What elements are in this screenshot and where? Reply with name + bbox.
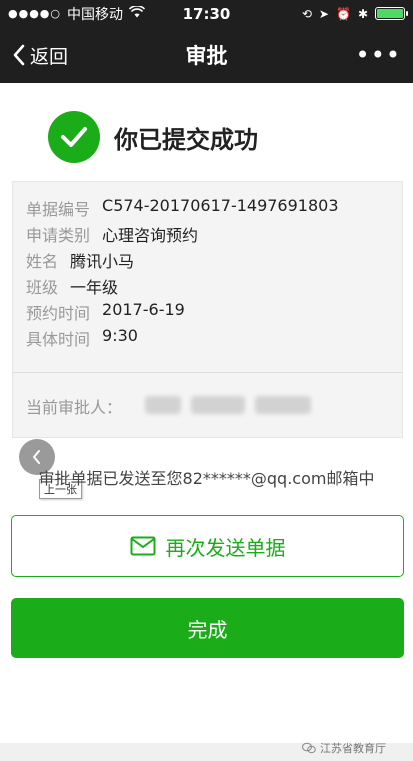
- watermark: 江苏省教育厅: [302, 740, 386, 756]
- watermark-text: 江苏省教育厅: [320, 742, 386, 755]
- detail-value: C574-20170617-1497691803: [102, 196, 339, 215]
- detail-value: 一年级: [70, 278, 119, 297]
- status-left: ●●●●○ 中国移动: [8, 4, 158, 24]
- detail-label: 预约时间: [26, 304, 91, 323]
- main-content: 你已提交成功 单据编号 C574-20170617-1497691803 申请类…: [0, 83, 413, 743]
- status-right: ⟲ ➤ ⏰ ✱: [255, 6, 408, 21]
- battery-icon: [375, 7, 408, 20]
- blurred-text: [191, 396, 245, 414]
- detail-label: 姓名: [26, 252, 59, 271]
- approver-label: 当前审批人：: [26, 398, 123, 417]
- more-icon: •••: [355, 41, 401, 69]
- detail-value: 心理咨询预约: [102, 226, 199, 245]
- blurred-text: [145, 396, 181, 414]
- bluetooth-icon: ✱: [357, 6, 368, 21]
- more-button[interactable]: •••: [356, 41, 401, 69]
- chevron-left-icon: [12, 44, 26, 66]
- status-time: 17:30: [182, 4, 231, 23]
- done-label: 完成: [187, 617, 228, 642]
- detail-row: 班级 一年级: [26, 274, 118, 298]
- email-sent-message: 审批单据已发送至您82******@qq.com邮箱中: [38, 469, 375, 488]
- wifi-icon: [128, 4, 146, 22]
- wechat-icon: [302, 742, 316, 754]
- detail-row: 预约时间 2017-6-19: [26, 300, 185, 324]
- back-label: 返回: [30, 45, 69, 68]
- divider: [13, 372, 402, 373]
- alarm-icon: ⏰: [335, 6, 351, 21]
- signal-icon: ●●●●○: [8, 7, 61, 20]
- detail-row: 单据编号 C574-20170617-1497691803: [26, 196, 339, 220]
- success-banner: 你已提交成功: [48, 111, 258, 163]
- detail-row: 具体时间 9:30: [26, 326, 138, 350]
- done-button[interactable]: 完成: [11, 598, 404, 658]
- rotation-lock-icon: ⟲: [301, 6, 312, 21]
- status-bar: ●●●●○ 中国移动 17:30 ⟲ ➤ ⏰ ✱: [0, 0, 413, 27]
- location-icon: ➤: [318, 6, 329, 21]
- detail-value: 2017-6-19: [102, 300, 185, 319]
- detail-label: 申请类别: [26, 226, 91, 245]
- detail-row: 申请类别 心理咨询预约: [26, 222, 198, 246]
- success-message: 你已提交成功: [114, 125, 258, 154]
- battery-fill: [377, 9, 403, 18]
- mail-icon: [130, 536, 155, 556]
- check-circle-icon: [48, 111, 100, 163]
- detail-label: 单据编号: [26, 200, 91, 219]
- nav-bar: 返回 审批 •••: [0, 27, 413, 83]
- resend-label: 再次发送单据: [165, 535, 286, 560]
- carrier-label: 中国移动: [67, 6, 123, 23]
- details-card: 单据编号 C574-20170617-1497691803 申请类别 心理咨询预…: [12, 181, 403, 438]
- detail-value: 腾讯小马: [70, 252, 135, 271]
- detail-value: 9:30: [102, 326, 138, 345]
- detail-label: 班级: [26, 278, 59, 297]
- chevron-left-icon: [33, 450, 40, 464]
- resend-button[interactable]: 再次发送单据: [11, 515, 404, 577]
- approver-value-blurred: [145, 396, 311, 414]
- blurred-text: [255, 396, 311, 414]
- detail-row: 姓名 腾讯小马: [26, 248, 134, 272]
- back-button[interactable]: 返回: [12, 42, 68, 69]
- detail-label: 具体时间: [26, 330, 91, 349]
